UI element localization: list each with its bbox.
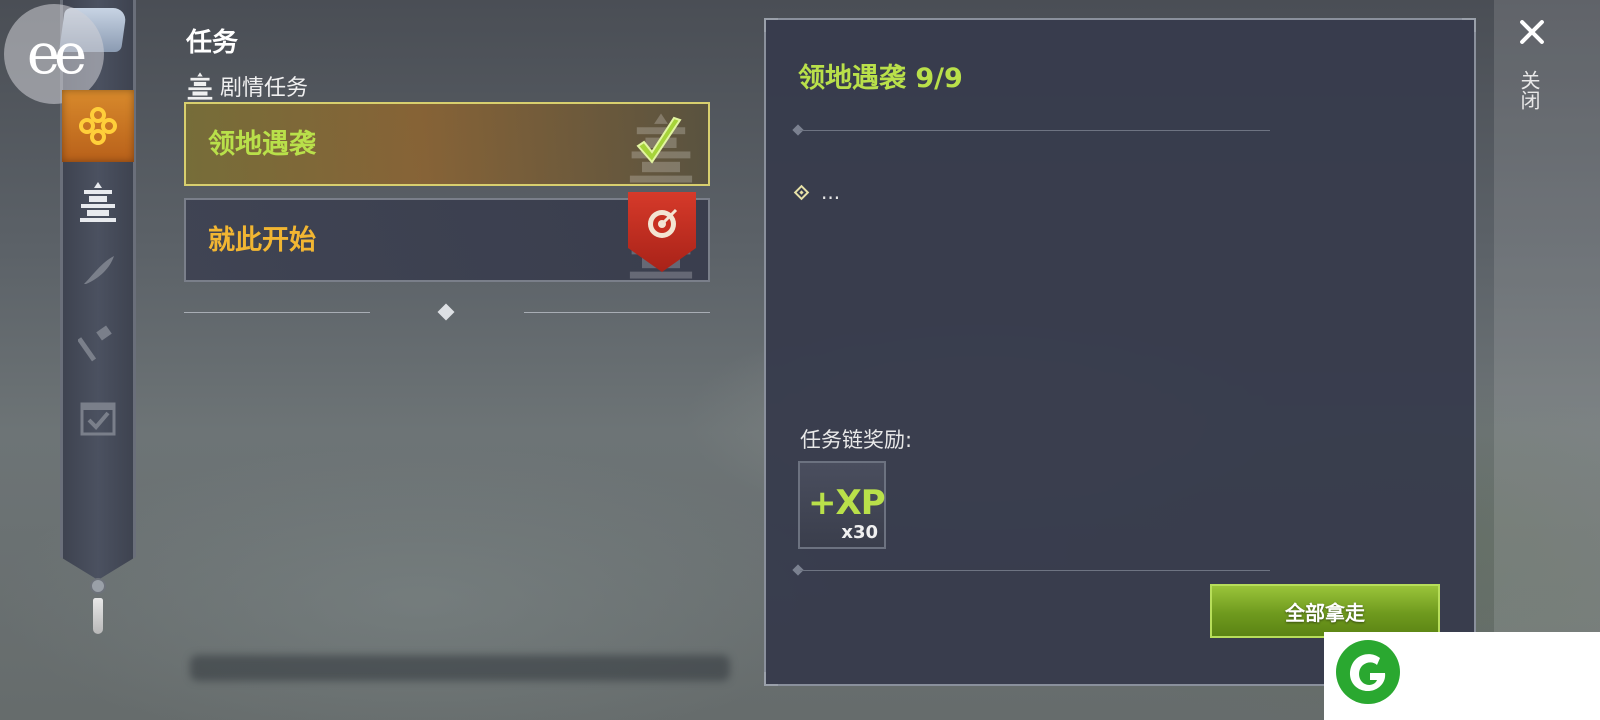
watermark-ee-logo: ee [4,4,104,104]
quest-name: 就此开始 [208,225,316,256]
close-icon[interactable] [1516,16,1548,48]
panel-corner [764,18,778,32]
quest-detail-title: 领地遇袭 9/9 [798,63,963,94]
diamond-bullet-icon [793,184,810,200]
detail-divider [800,130,1270,131]
quest-dots-icon [79,107,117,145]
watermark-logo-icon [1336,640,1400,704]
category-label: 剧情任务 [220,76,309,101]
quest-name: 领地遇袭 [208,129,316,160]
feather-icon [84,256,114,284]
leaf-g-icon [1349,654,1386,692]
nav-item-craft[interactable] [62,308,134,380]
reward-xp-label: +XP [808,483,886,523]
quest-detail-panel: 领地遇袭 9/9 ... 任务链奖励: +XP x30 全部拿走 [764,18,1476,686]
banner-tassel [86,578,110,638]
rewards-label: 任务链奖励: [800,428,913,452]
calendar-check-icon [80,402,116,436]
list-divider-diamond [437,303,455,321]
reward-quantity: x30 [841,522,878,543]
list-divider-left [184,312,370,313]
background-shelf [190,655,730,681]
quest-objective: ... [793,180,841,204]
reward-xp-item[interactable]: +XP x30 [798,461,886,549]
claim-all-button[interactable]: 全部拿走 [1210,584,1440,638]
completed-check-icon [636,116,682,164]
right-side-strip [1494,0,1600,720]
page-title: 任务 [186,28,239,58]
panel-corner [1462,18,1476,32]
objective-text: ... [821,180,841,204]
close-label[interactable]: 关闭 [1517,70,1544,110]
tassel-knot [90,578,106,594]
nav-item-daily[interactable] [62,382,134,454]
pagoda-icon [80,182,116,222]
nav-item-story[interactable] [62,166,134,238]
panel-corner [764,672,778,686]
nav-item-feather[interactable] [62,234,134,306]
watermark-box [1324,632,1600,720]
nav-item-quests[interactable] [62,90,134,162]
reward-divider [800,570,1270,571]
list-divider-right [524,312,710,313]
hammer-icon [78,325,112,362]
tassel-tail [93,598,103,634]
category-header: 剧情任务 [186,70,308,102]
target-icon [648,208,678,238]
pagoda-icon [187,72,213,100]
quest-row-selected[interactable]: 领地遇袭 [184,102,710,186]
